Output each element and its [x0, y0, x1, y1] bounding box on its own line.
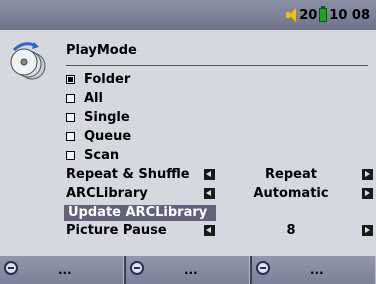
option-label: Queue [84, 128, 132, 144]
speaker-icon [286, 8, 298, 22]
option-label: Single [84, 109, 130, 125]
softkey-icon [4, 261, 18, 275]
playmode-option-all[interactable]: All [66, 90, 103, 106]
softkey-label: ... [184, 263, 198, 277]
volume-level: 20 [299, 7, 318, 23]
repeat-shuffle-setting: Repeat & Shuffle Repeat [66, 167, 376, 183]
option-label: Scan [84, 147, 120, 163]
arclibrary-setting: ARCLibrary Automatic [66, 186, 376, 202]
arrow-right-icon[interactable] [362, 225, 373, 236]
status-area: 20 10 08 [286, 6, 370, 23]
playmode-option-single[interactable]: Single [66, 109, 130, 125]
checkbox-icon [66, 112, 75, 122]
battery-icon [319, 6, 328, 22]
setting-value: Automatic [253, 186, 329, 201]
setting-label: Repeat & Shuffle [66, 167, 190, 182]
setting-value: Repeat [265, 167, 317, 182]
setting-label: Picture Pause [66, 223, 167, 238]
softkey-label: ... [310, 263, 324, 277]
playmode-option-scan[interactable]: Scan [66, 147, 119, 163]
setting-label: ARCLibrary [66, 186, 148, 201]
status-bar: 20 10 08 [0, 0, 376, 30]
softkey-bar: ... ... ... [0, 256, 376, 284]
option-label: All [84, 90, 103, 106]
playmode-option-queue[interactable]: Queue [66, 128, 131, 144]
softkey-1[interactable]: ... [0, 256, 124, 284]
arrow-right-icon[interactable] [362, 188, 373, 199]
softkey-label: ... [58, 263, 72, 277]
checkbox-icon [66, 93, 75, 103]
checkbox-icon [66, 150, 75, 160]
page-title: PlayMode [66, 43, 137, 58]
checkbox-checked-icon [66, 74, 75, 84]
update-arclibrary-button[interactable]: Update ARCLibrary [64, 205, 216, 221]
arrow-right-icon[interactable] [362, 169, 373, 180]
cd-playmode-icon [10, 42, 46, 80]
softkey-3[interactable]: ... [250, 256, 376, 284]
arrow-left-icon[interactable] [204, 169, 215, 180]
title-divider [66, 65, 368, 66]
setting-value: 8 [286, 223, 296, 238]
softkey-icon [130, 261, 144, 275]
softkey-icon [256, 261, 270, 275]
picture-pause-setting: Picture Pause 8 [66, 223, 376, 239]
arrow-left-icon[interactable] [204, 225, 215, 236]
playmode-option-folder[interactable]: Folder [66, 71, 130, 87]
clock: 10 08 [329, 7, 370, 23]
arrow-left-icon[interactable] [204, 188, 215, 199]
checkbox-icon [66, 131, 75, 141]
softkey-2[interactable]: ... [124, 256, 250, 284]
option-label: Folder [84, 71, 131, 87]
